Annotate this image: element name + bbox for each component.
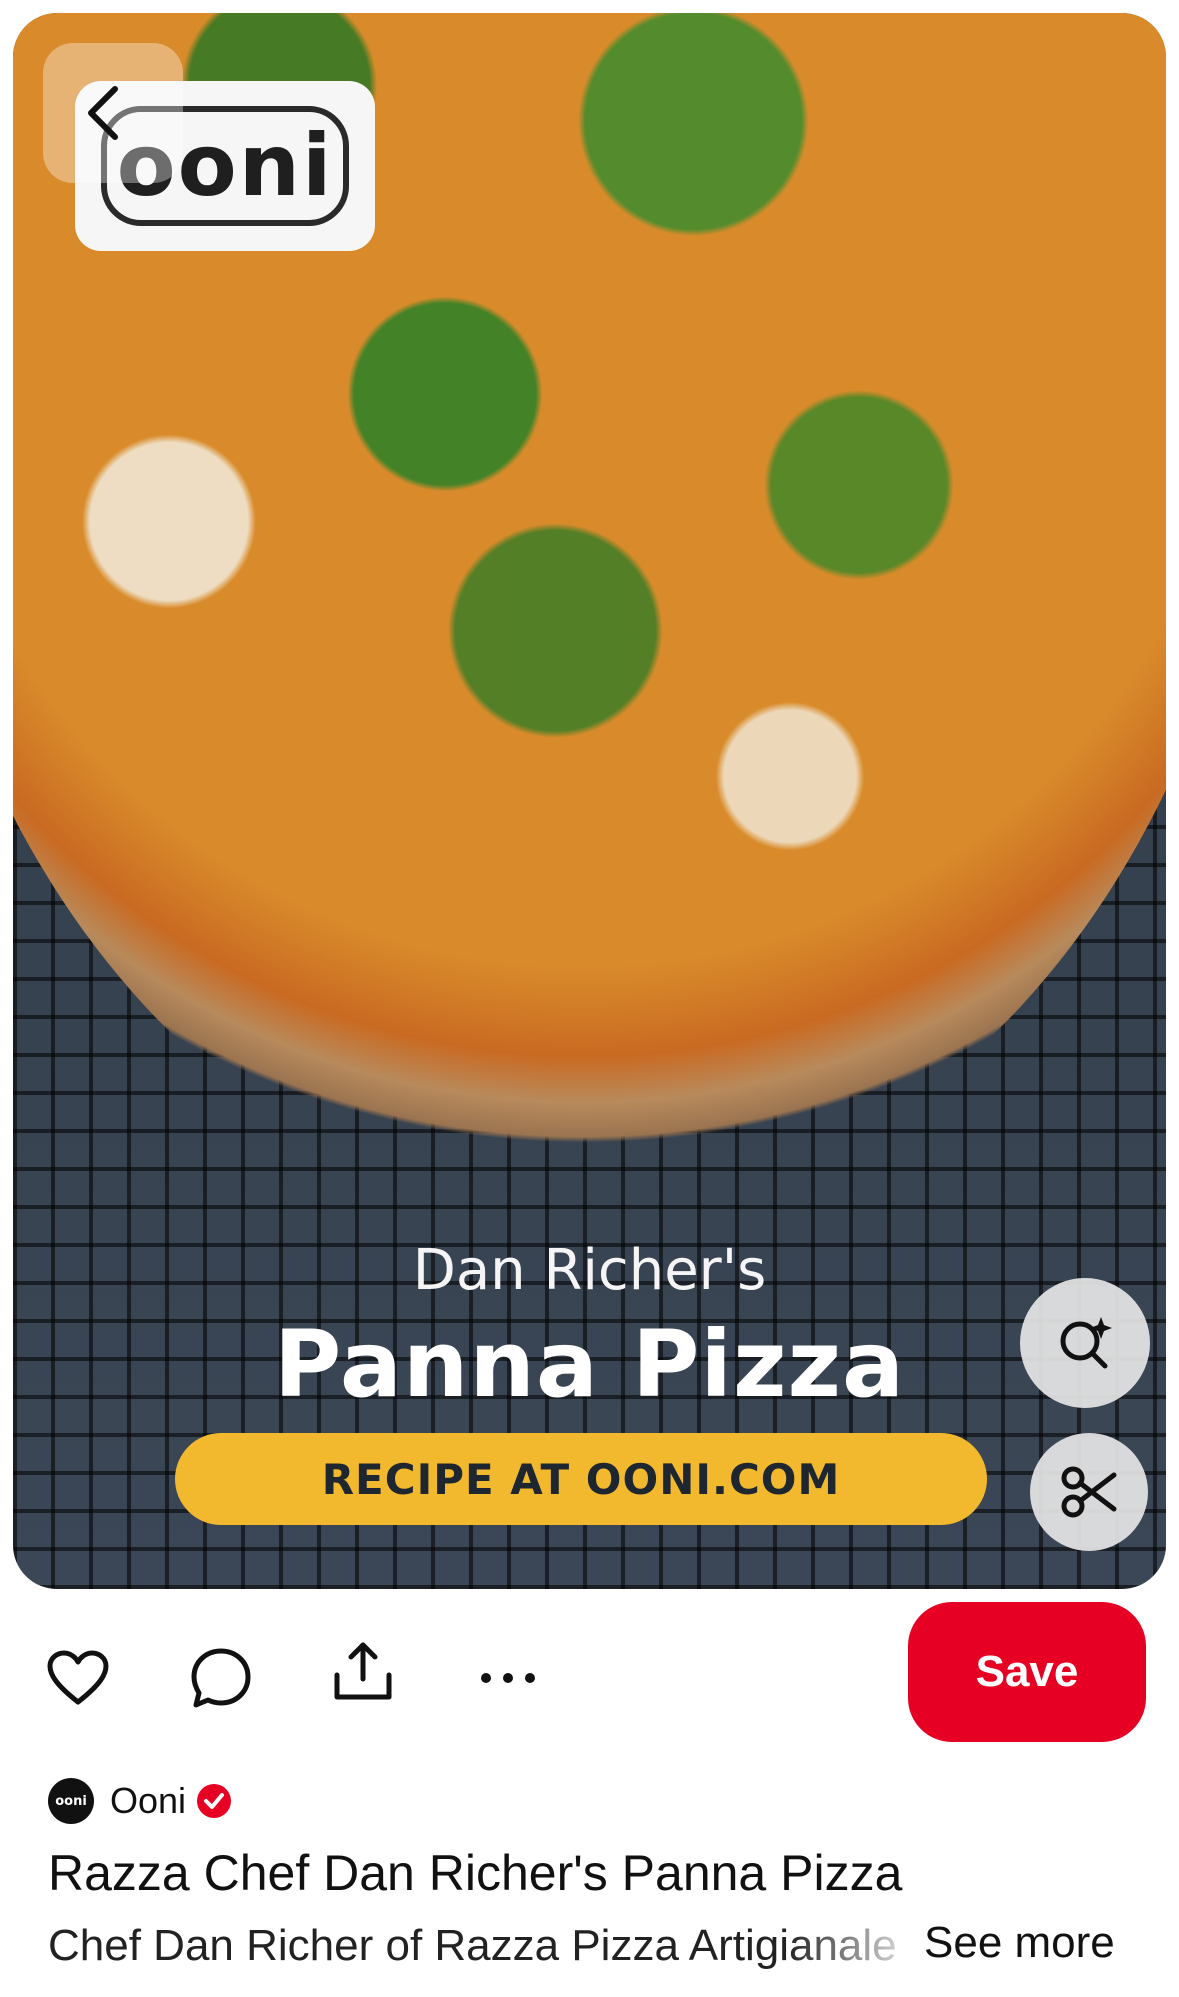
share-icon — [334, 1642, 392, 1700]
more-options-button[interactable] — [475, 1645, 541, 1711]
chevron-left-icon — [88, 86, 118, 140]
more-icon — [481, 1673, 535, 1683]
pin-description: Chef Dan Richer of Razza Pizza Artigiana… — [48, 1921, 897, 1970]
share-button[interactable] — [330, 1638, 396, 1704]
author-avatar[interactable]: ooni — [48, 1778, 94, 1824]
visual-search-icon — [1060, 1317, 1112, 1369]
author-name[interactable]: Ooni — [110, 1780, 186, 1822]
pin-title: Razza Chef Dan Richer's Panna Pizza — [48, 1845, 903, 1901]
heart-icon — [47, 1650, 109, 1705]
overlay-subtitle: Dan Richer's — [412, 1238, 767, 1303]
scissors-icon — [1061, 1466, 1117, 1518]
comment-button[interactable] — [188, 1645, 254, 1711]
pin-image[interactable]: ooni Dan Richer's Panna Pizza RECIPE AT … — [13, 13, 1166, 1589]
verified-icon — [197, 1784, 232, 1818]
see-more-link[interactable]: See more — [924, 1918, 1115, 1968]
comment-icon — [191, 1648, 251, 1708]
back-button[interactable] — [43, 43, 183, 183]
overlay-title: Panna Pizza — [273, 1311, 906, 1418]
author-row[interactable]: ooni Ooni — [48, 1776, 232, 1826]
cutout-button[interactable] — [1030, 1433, 1148, 1551]
recipe-banner: RECIPE AT OONI.COM — [175, 1433, 987, 1525]
actions-bar: Save — [0, 1590, 1179, 1760]
save-button[interactable]: Save — [908, 1602, 1146, 1742]
like-button[interactable] — [45, 1645, 111, 1711]
visual-search-button[interactable] — [1020, 1278, 1150, 1408]
